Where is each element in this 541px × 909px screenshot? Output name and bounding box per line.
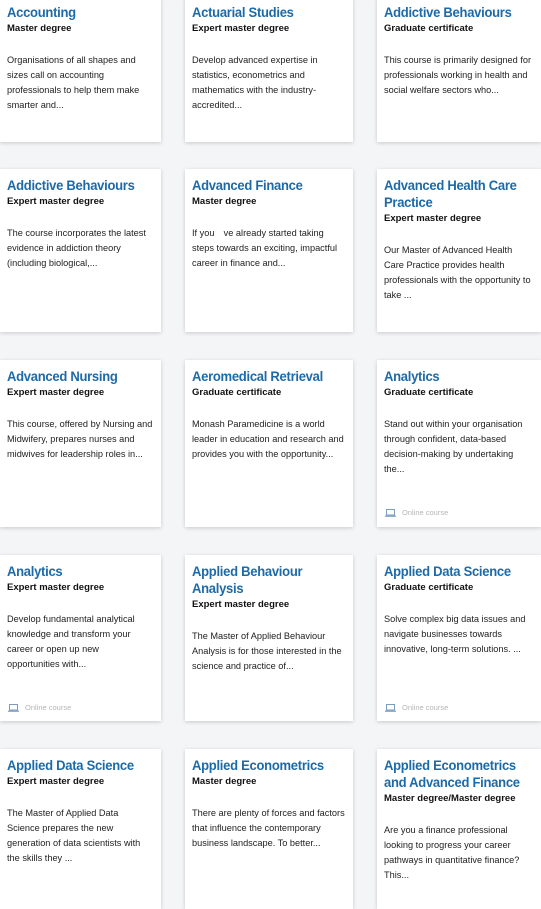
course-title[interactable]: Advanced Health Care Practice xyxy=(384,177,534,211)
course-title[interactable]: Applied Data Science xyxy=(7,757,154,774)
course-title[interactable]: Accounting xyxy=(7,4,154,21)
course-type: Expert master degree xyxy=(7,582,105,593)
course-title[interactable]: Addictive Behaviours xyxy=(384,4,534,21)
course-card[interactable]: Accounting Master degree Organisations of … xyxy=(0,0,161,142)
course-card[interactable]: Applied Data Science Expert master degree… xyxy=(0,749,161,909)
course-title[interactable]: Aeromedical Retrieval xyxy=(192,368,346,385)
online-course-label: Online course xyxy=(402,508,449,517)
course-description: This course, offered by Nursing and Midw… xyxy=(7,419,153,459)
course-card[interactable]: Analytics Expert master degree Develop fun… xyxy=(0,555,161,721)
course-card[interactable]: Advanced Health Care Practice Expert mast… xyxy=(377,169,541,332)
course-type: Expert master degree xyxy=(7,196,105,207)
course-title[interactable]: Addictive Behaviours xyxy=(7,177,154,194)
course-title[interactable]: Analytics xyxy=(384,368,534,385)
course-description: The Master of Applied Data Science prepa… xyxy=(7,808,141,863)
course-card[interactable]: Applied Data Science Graduate certificate… xyxy=(377,555,541,721)
course-description: Monash Paramedicine is a world leader in… xyxy=(192,419,344,459)
course-description: Organisations of all shapes and sizes ca… xyxy=(7,55,140,110)
course-card[interactable]: Addictive Behaviours Expert master degree… xyxy=(0,169,161,332)
course-card[interactable]: Aeromedical Retrieval Graduate certificat… xyxy=(185,360,353,527)
course-type: Expert master degree xyxy=(7,776,105,787)
online-course-label: Online course xyxy=(402,703,449,712)
course-type: Master degree xyxy=(192,196,257,207)
course-description: This course is primarily designed for pr… xyxy=(384,55,532,95)
course-description: Solve complex big data issues and naviga… xyxy=(384,614,526,654)
course-card[interactable]: Advanced Finance Master degree If you ve a… xyxy=(185,169,353,332)
course-card[interactable]: Applied Behaviour Analysis Expert master … xyxy=(185,555,353,721)
course-card[interactable]: Actuarial Studies Expert master degree Dev… xyxy=(185,0,353,142)
course-type: Graduate certificate xyxy=(384,23,474,34)
course-title[interactable]: Applied Behaviour Analysis xyxy=(192,563,346,597)
course-card[interactable]: Analytics Graduate certificate Stand out w… xyxy=(377,360,541,527)
course-title[interactable]: Analytics xyxy=(7,563,154,580)
course-title[interactable]: Applied Data Science xyxy=(384,563,534,580)
course-description: Develop fundamental analytical knowledge… xyxy=(7,614,135,669)
course-description: Stand out within your organisation throu… xyxy=(384,419,523,474)
course-type: Graduate certificate xyxy=(384,387,474,398)
course-type: Master degree xyxy=(7,23,72,34)
course-type: Master degree/Master degree xyxy=(384,793,516,804)
course-title[interactable]: Advanced Finance xyxy=(192,177,346,194)
course-description: Develop advanced expertise in statistics… xyxy=(192,55,318,110)
course-title[interactable]: Advanced Nursing xyxy=(7,368,154,385)
laptop-icon xyxy=(385,508,396,517)
online-course-badge: Online course xyxy=(8,703,71,712)
online-course-label: Online course xyxy=(25,703,72,712)
course-type: Expert master degree xyxy=(7,387,105,398)
course-description: The course incorporates the latest evide… xyxy=(7,228,146,268)
course-type: Expert master degree xyxy=(192,599,290,610)
course-card[interactable]: Advanced Nursing Expert master degree This… xyxy=(0,360,161,527)
course-title[interactable]: Actuarial Studies xyxy=(192,4,346,21)
online-course-badge: Online course xyxy=(385,508,448,517)
course-type: Graduate certificate xyxy=(192,387,282,398)
course-type: Expert master degree xyxy=(192,23,290,34)
course-description: If you ve already started taking steps t… xyxy=(192,228,338,268)
course-card[interactable]: Addictive Behaviours Graduate certificate… xyxy=(377,0,541,142)
course-title[interactable]: Applied Econometrics and Advanced Financ… xyxy=(384,757,534,791)
course-description: Our Master of Advanced Health Care Pract… xyxy=(384,245,531,300)
course-description: Are you a finance professional looking t… xyxy=(384,825,520,880)
course-title[interactable]: Applied Econometrics xyxy=(192,757,346,774)
course-type: Graduate certificate xyxy=(384,582,474,593)
laptop-icon xyxy=(385,703,396,712)
course-description: There are plenty of forces and factors t… xyxy=(192,808,345,848)
course-type: Master degree xyxy=(192,776,257,787)
course-type: Expert master degree xyxy=(384,213,482,224)
course-card[interactable]: Applied Econometrics and Advanced Financ… xyxy=(377,749,541,909)
laptop-icon xyxy=(8,703,19,712)
online-course-badge: Online course xyxy=(385,703,448,712)
course-card[interactable]: Applied Econometrics Master degree There a… xyxy=(185,749,353,909)
course-description: The Master of Applied Behaviour Analysis… xyxy=(192,631,342,671)
